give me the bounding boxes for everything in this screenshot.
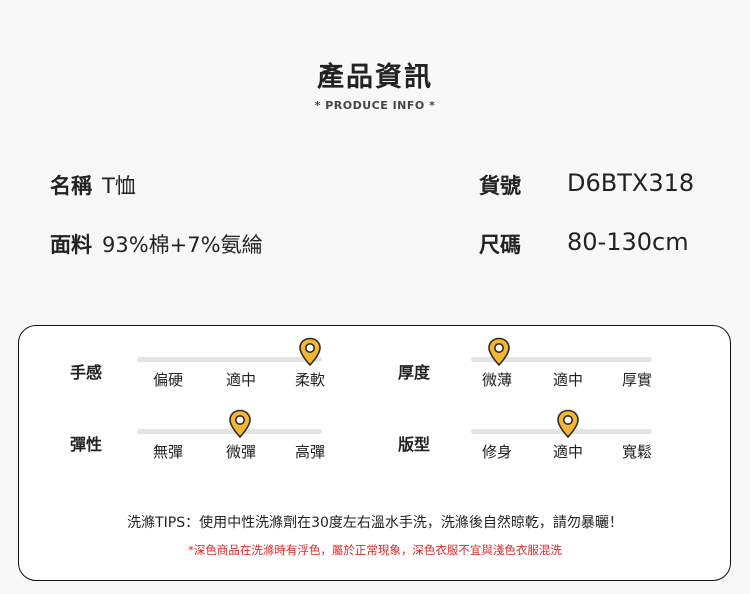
elasticity-option-none: 無彈 <box>152 443 183 461</box>
page-title: 產品資訊 <box>317 62 433 93</box>
washing-warning: *深色商品在洗滌時有浮色，屬於正常現象，深色衣服不宜與淺色衣服混洗 <box>188 543 562 557</box>
code-value: D6BTX318 <box>567 169 695 197</box>
info-name: 名稱 T恤 <box>50 170 136 200</box>
size-label: 尺碼 <box>479 233 521 257</box>
fit-option-slim: 修身 <box>481 443 512 461</box>
thickness-option-medium: 適中 <box>552 371 583 389</box>
elasticity-option-slight: 微彈 <box>225 443 256 461</box>
attr-fit-label: 版型 <box>398 435 431 454</box>
feel-option-medium: 適中 <box>225 371 256 389</box>
attr-elasticity-label: 彈性 <box>70 435 103 454</box>
thickness-option-thick: 厚實 <box>621 371 652 389</box>
map-pin-icon <box>229 409 251 439</box>
map-pin-icon <box>557 409 579 439</box>
map-pin-icon <box>488 337 510 367</box>
info-fabric: 面料 93%棉+7%氨綸 <box>50 229 263 259</box>
name-value: T恤 <box>102 174 136 198</box>
attr-thickness-label: 厚度 <box>398 363 431 382</box>
fabric-value: 93%棉+7%氨綸 <box>102 233 263 257</box>
elasticity-option-high: 高彈 <box>294 443 325 461</box>
size-value: 80-130cm <box>567 228 689 256</box>
fit-option-loose: 寬鬆 <box>621 443 652 461</box>
fabric-label: 面料 <box>50 233 92 257</box>
page-subtitle: * PRODUCE INFO * <box>314 99 436 112</box>
feel-option-soft-hard: 偏硬 <box>152 371 183 389</box>
name-label: 名稱 <box>50 174 92 198</box>
washing-tips: 洗滌TIPS：使用中性洗滌劑在30度左右溫水手洗，洗滌後自然晾乾，請勿暴曬！ <box>127 515 623 531</box>
map-pin-icon <box>299 337 321 367</box>
attr-feel-label: 手感 <box>70 363 103 382</box>
thickness-option-thin: 微薄 <box>481 371 512 389</box>
feel-track <box>137 357 322 362</box>
code-label: 貨號 <box>479 174 521 198</box>
feel-option-soft: 柔軟 <box>294 371 325 389</box>
fit-option-regular: 適中 <box>552 443 583 461</box>
